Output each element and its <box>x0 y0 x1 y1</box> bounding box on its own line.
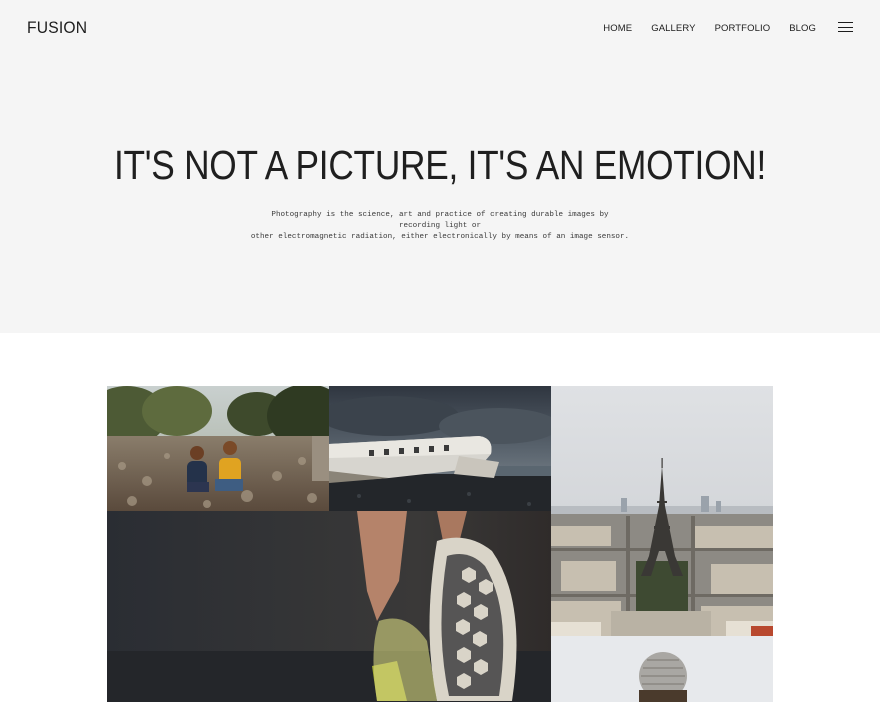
hamburger-icon[interactable] <box>838 22 853 33</box>
gallery-tile-children-photo[interactable] <box>107 386 329 511</box>
gallery-tile-sneaker-photo[interactable] <box>107 511 551 702</box>
nav-item-blog[interactable]: BLOG <box>789 23 816 34</box>
sneaker-photo <box>107 511 551 702</box>
nav-item-home[interactable]: HOME <box>603 23 632 34</box>
photo-gallery <box>107 386 773 702</box>
main-nav: HOME GALLERY PORTFOLIO BLOG <box>584 23 816 34</box>
children-photo <box>107 386 329 511</box>
gallery-tile-eiffel-tower-photo[interactable] <box>551 386 773 636</box>
nav-item-gallery[interactable]: GALLERY <box>651 23 695 34</box>
plane-wreck-photo <box>329 386 551 511</box>
menu-line <box>838 31 853 33</box>
subtitle-line: Photography is the science, art and prac… <box>271 211 609 230</box>
page-headline: IT'S NOT A PICTURE, IT'S AN EMOTION! <box>113 142 767 188</box>
nav-item-portfolio[interactable]: PORTFOLIO <box>715 23 771 34</box>
menu-line <box>838 26 853 28</box>
site-logo[interactable]: FUSION <box>27 18 87 38</box>
hero-section: FUSION HOME GALLERY PORTFOLIO BLOG IT'S … <box>0 0 880 333</box>
menu-line <box>838 22 853 24</box>
eiffel-tower-photo <box>551 386 773 636</box>
hero-subtitle: Photography is the science, art and prac… <box>250 210 630 243</box>
subtitle-line: other electromagnetic radiation, either … <box>250 233 630 241</box>
gallery-tile-plane-wreck-photo[interactable] <box>329 386 551 511</box>
knit-hat-photo <box>551 636 773 702</box>
gallery-tile-knit-hat-photo[interactable] <box>551 636 773 702</box>
